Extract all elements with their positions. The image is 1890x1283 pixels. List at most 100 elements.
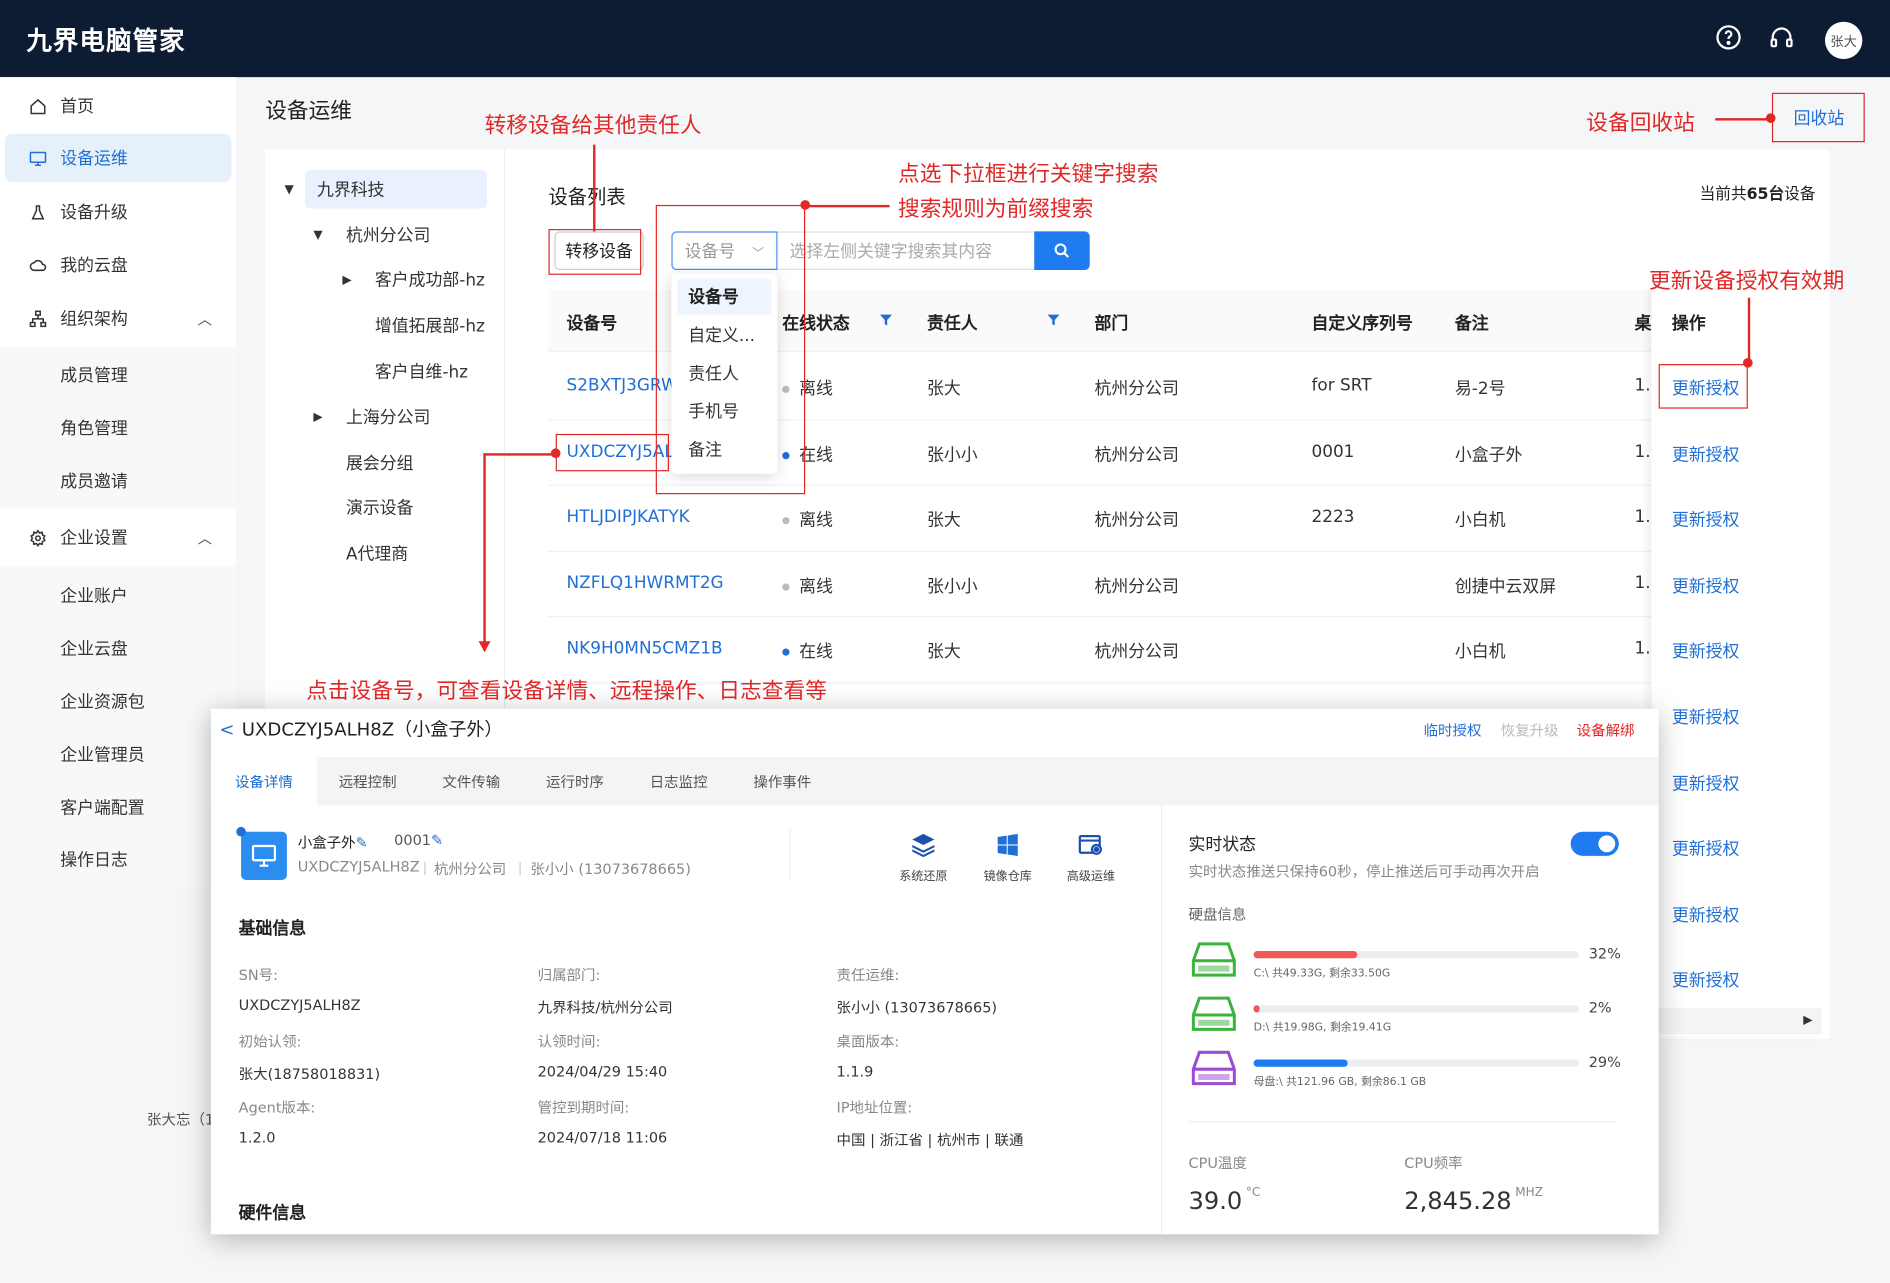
tab-events[interactable]: 操作事件 [732,757,833,805]
search-input[interactable]: 选择左侧关键字搜索其内容 [777,231,1037,271]
help-icon[interactable] [1713,22,1744,53]
cell-device-id[interactable]: NK9H0MN5CMZ1B [567,639,723,658]
sidebar-item-cloud[interactable]: 我的云盘 [0,241,236,289]
top-bar [0,0,1890,78]
cpu-temp-label: CPU温度 [1188,1154,1247,1172]
tree-node-hz-growth[interactable]: 增值拓展部-hz [375,306,485,345]
count-value: 65台 [1746,185,1785,204]
status-text: 离线 [799,511,833,531]
cell-status: 在线 [782,639,833,663]
sidebar-item-label: 我的云盘 [60,256,128,277]
cell-device-id[interactable]: HTLJDIPJKATYK [567,508,690,527]
renew-license-link[interactable]: 更新授权 [1672,705,1740,729]
annotation-search-2: 搜索规则为前缀搜索 [898,196,1094,222]
search-button[interactable] [1034,231,1090,271]
sidebar-item-org[interactable]: 组织架构 ︿ [0,294,236,342]
back-icon[interactable]: < [219,718,234,740]
renew-license-link[interactable]: 更新授权 [1672,903,1740,927]
device-list-title: 设备列表 [548,185,626,209]
sidebar-sub-admins[interactable]: 企业管理员 [0,732,236,778]
advanced-ops-tool[interactable]: 高级运维 [1055,832,1127,884]
cell-dept: 杭州分公司 [1094,642,1179,663]
renew-license-link[interactable]: 更新授权 [1672,442,1740,466]
sidebar-sub-resources[interactable]: 企业资源包 [0,679,236,725]
sidebar-item-device-upgrade[interactable]: 设备升级 [0,188,236,236]
caret-down-icon: ▼ [313,228,323,242]
image-repo-tool[interactable]: 镜像仓库 [972,832,1044,884]
sidebar-sub-invite[interactable]: 成员邀请 [0,458,236,504]
tool-label: 镜像仓库 [983,870,1032,884]
info-label: 管控到期时间: [537,1099,630,1117]
cpu-freq-label: CPU频率 [1404,1154,1463,1172]
cell-owner: 张小小 [926,445,978,465]
status-dot [782,517,790,525]
tab-runtime[interactable]: 运行时序 [524,757,625,805]
detail-title[interactable]: < UXDCZYJ5ALH8Z（小盒子外） [219,716,502,741]
count-suffix: 设备 [1784,185,1816,204]
cell-device-id[interactable]: NZFLQ1HWRMT2G [567,574,724,593]
tree-node-hz-success[interactable]: ▶ 客户成功部-hz [342,260,485,299]
annotation-search-1: 点选下拉框进行关键字搜索 [898,161,1159,187]
cell-owner: 张大 [926,511,961,531]
unbind-device-button[interactable]: 设备解绑 [1577,720,1635,740]
annotation-line [483,453,556,456]
cell-owner: 张小小 [926,577,978,597]
renew-license-link[interactable]: 更新授权 [1672,574,1740,598]
annotation-transfer: 转移设备给其他责任人 [484,113,702,139]
system-restore-tool[interactable]: 系统还原 [887,832,959,884]
sidebar: 首页 设备运维 设备升级 我的云盘 组织架构 ︿ 成员管理 角色管理 成员邀请 … [0,77,237,888]
tab-device-details[interactable]: 设备详情 [210,756,318,806]
renew-license-link[interactable]: 更新授权 [1672,771,1740,795]
headset-icon[interactable] [1766,22,1797,53]
tree-node-expo[interactable]: 展会分组 [346,444,414,483]
edit-icon[interactable]: ✎ [431,832,443,849]
divider [789,829,791,880]
tree-node-label: 杭州分公司 [345,226,431,246]
renew-license-link[interactable]: 更新授权 [1672,837,1740,861]
tree-node-label: 上海分公司 [345,408,431,428]
sidebar-item-device-ops[interactable]: 设备运维 [4,133,232,183]
sidebar-sub-logs[interactable]: 操作日志 [0,837,236,883]
tree-node-shanghai[interactable]: ▶ 上海分公司 [313,398,430,437]
temp-auth-button[interactable]: 临时授权 [1424,720,1482,740]
tab-remote-control[interactable]: 远程控制 [317,757,418,805]
scroll-right-icon[interactable]: ▶ [1803,1014,1812,1027]
tool-label: 高级运维 [1066,870,1115,884]
user-avatar[interactable]: 张大 [1824,21,1863,60]
sidebar-sub-account[interactable]: 企业账户 [0,573,236,619]
tree-node-hz-self[interactable]: 客户自维-hz [375,352,468,391]
sidebar-sub-ent-cloud[interactable]: 企业云盘 [0,626,236,672]
renew-license-link[interactable]: 更新授权 [1672,639,1740,663]
tree-node-demo[interactable]: 演示设备 [346,488,414,527]
col-desktop: 桌 [1634,314,1652,334]
filter-icon[interactable] [1047,313,1060,326]
sidebar-item-home[interactable]: 首页 [0,82,236,130]
device-dept: 杭州分公司 [433,860,507,878]
sidebar-sub-roles[interactable]: 角色管理 [0,405,236,451]
home-icon [29,97,48,115]
sidebar-item-settings[interactable]: 企业设置 ︿ [0,514,236,562]
realtime-toggle[interactable] [1570,831,1619,856]
tab-log-monitor[interactable]: 日志监控 [628,757,729,805]
info-value: 1.2.0 [238,1129,276,1147]
restore-upgrade-button[interactable]: 恢复升级 [1501,720,1559,740]
cpu-temp-number: 39.0 [1188,1186,1243,1216]
device-serial: 0001✎ [394,832,443,849]
tree-node-hangzhou[interactable]: ▼ 杭州分公司 [313,216,430,255]
flask-icon [29,203,48,221]
tree-node-agent[interactable]: A代理商 [346,534,408,573]
renew-license-link[interactable]: 更新授权 [1672,968,1740,992]
count-prefix: 当前共 [1699,185,1747,204]
col-device-id: 设备号 [566,314,618,334]
disk-usage-fill [1253,1005,1261,1013]
renew-license-link[interactable]: 更新授权 [1672,508,1740,532]
sidebar-sub-client-config[interactable]: 客户端配置 [0,785,236,831]
layers-icon [887,832,959,859]
cpu-freq-value: 2,845.28 MHZ [1404,1186,1543,1215]
filter-icon[interactable] [879,313,892,326]
sidebar-sub-members[interactable]: 成员管理 [0,352,236,398]
tree-node-root-label[interactable]: 九界科技 [304,169,487,209]
edit-icon[interactable]: ✎ [356,834,368,851]
tab-file-transfer[interactable]: 文件传输 [421,757,522,805]
annotation-box [548,229,642,275]
